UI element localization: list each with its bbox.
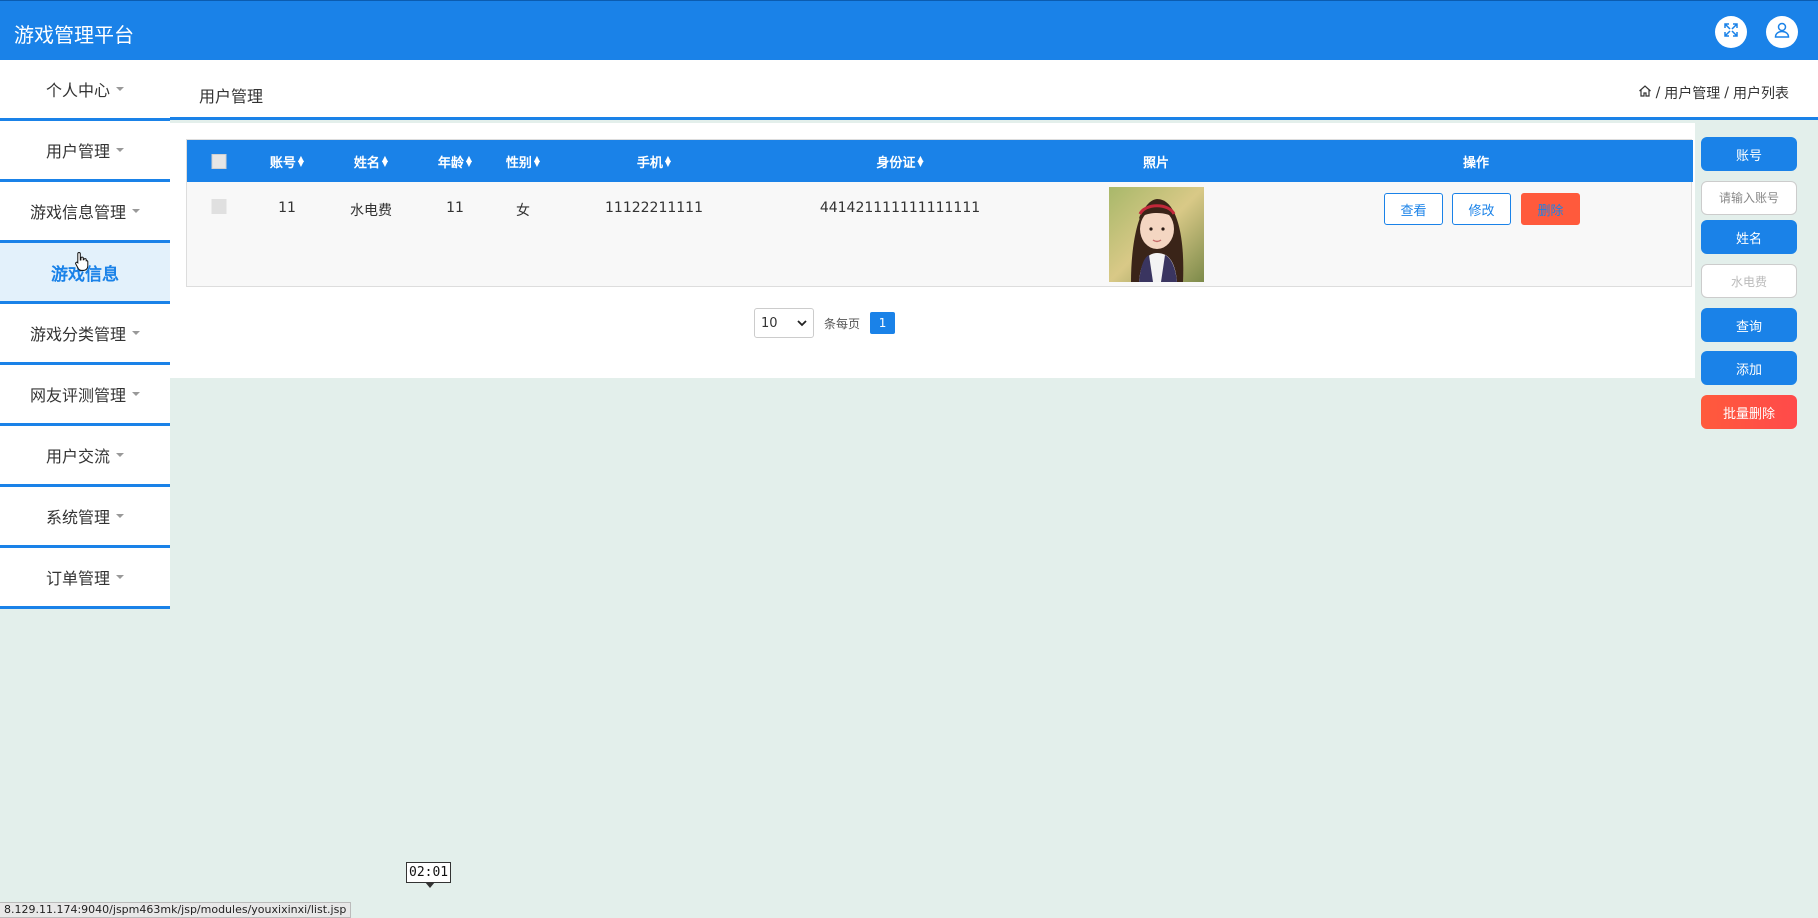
breadcrumb-separator: / <box>1655 85 1661 101</box>
sidebar-item-personal-center[interactable]: 个人中心 <box>0 60 170 121</box>
hand-cursor-icon <box>74 251 90 271</box>
breadcrumb: / 用户管理 / 用户列表 <box>1638 83 1789 103</box>
chevron-down-icon <box>116 148 124 152</box>
chevron-down-icon <box>116 453 124 457</box>
sidebar-item-user-exchange[interactable]: 用户交流 <box>0 426 170 487</box>
name-search-input[interactable] <box>1701 264 1797 298</box>
sidebar-item-label: 网友评测管理 <box>29 386 126 405</box>
cell-id-card: 441421111111111111 <box>819 200 981 216</box>
cell-age: 11 <box>446 200 464 216</box>
top-header: 游戏管理平台 <box>0 0 1818 60</box>
column-header-name[interactable]: 姓名 ▲ ▼ <box>354 140 388 182</box>
timer-tooltip: 02:01 <box>406 862 452 888</box>
column-header-phone[interactable]: 手机 ▲ ▼ <box>637 140 671 182</box>
chevron-down-icon <box>116 87 124 91</box>
sidebar-item-order-management[interactable]: 订单管理 <box>0 548 170 609</box>
cell-account: 11 <box>278 200 296 216</box>
column-header-id-card[interactable]: 身份证 ▲ ▼ <box>876 140 923 182</box>
select-all-checkbox[interactable] <box>211 140 227 182</box>
add-button[interactable]: 添加 <box>1701 351 1797 385</box>
table-header: 账号 ▲ ▼ 姓名 ▲ ▼ 年龄 ▲ ▼ 性别 ▲ ▼ 手机 ▲ ▼ 身份证 ▲ ▼ 照片 操作 <box>187 140 1693 182</box>
sort-icon: ▲ ▼ <box>917 154 924 168</box>
row-checkbox[interactable] <box>211 199 227 218</box>
name-label-button[interactable]: 姓名 <box>1701 220 1797 254</box>
chevron-down-icon <box>132 209 140 213</box>
sidebar-item-review-management[interactable]: 网友评测管理 <box>0 365 170 426</box>
breadcrumb-separator: / <box>1724 85 1729 101</box>
column-header-photo: 照片 <box>1142 155 1170 171</box>
data-table: 账号 ▲ ▼ 姓名 ▲ ▼ 年龄 ▲ ▼ 性别 ▲ ▼ 手机 ▲ ▼ 身份证 ▲ ▼ 照片 操作 11 … <box>186 139 1693 287</box>
chevron-down-icon <box>132 331 140 335</box>
user-avatar-button[interactable] <box>1766 16 1798 48</box>
batch-delete-button[interactable]: 批量删除 <box>1701 395 1797 429</box>
column-header-gender[interactable]: 性别 ▲ ▼ <box>506 140 540 182</box>
sidebar-item-label: 个人中心 <box>45 81 110 100</box>
chevron-down-icon <box>132 392 140 396</box>
cell-phone: 11122211111 <box>605 200 703 216</box>
query-button[interactable]: 查询 <box>1701 308 1797 342</box>
page-size-select[interactable]: 10 <box>754 308 814 338</box>
cell-gender: 女 <box>516 203 530 219</box>
sidebar-item-user-management[interactable]: 用户管理 <box>0 121 170 182</box>
user-icon <box>1773 21 1791 43</box>
page-title: 用户管理 <box>199 87 264 106</box>
cell-name: 水电费 <box>350 203 392 219</box>
sidebar-item-label: 游戏信息管理 <box>29 203 126 222</box>
user-photo <box>1109 187 1204 282</box>
table-row: 11 水电费 11 女 11122211111 4414211111111111… <box>187 182 1693 287</box>
chevron-down-icon <box>797 316 807 331</box>
column-header-account[interactable]: 账号 ▲ ▼ <box>270 140 304 182</box>
sidebar-item-system-management[interactable]: 系统管理 <box>0 487 170 548</box>
account-search-input[interactable] <box>1701 181 1797 215</box>
edit-button[interactable]: 修改 <box>1452 193 1511 225</box>
main-content: 账号 ▲ ▼ 姓名 ▲ ▼ 年龄 ▲ ▼ 性别 ▲ ▼ 手机 ▲ ▼ 身份证 ▲ ▼ 照片 操作 11 … <box>170 123 1695 378</box>
chevron-down-icon <box>116 514 124 518</box>
sidebar-item-label: 系统管理 <box>45 508 110 527</box>
breadcrumb-item-user-management[interactable]: 用户管理 <box>1664 83 1720 103</box>
sidebar-item-label: 用户交流 <box>45 447 110 466</box>
column-header-age[interactable]: 年龄 ▲ ▼ <box>438 140 472 182</box>
expand-icon <box>1722 21 1740 43</box>
sort-icon: ▲ ▼ <box>297 154 305 168</box>
breadcrumb-item-user-list: 用户列表 <box>1733 86 1789 102</box>
home-icon[interactable] <box>1638 84 1652 102</box>
chevron-down-icon <box>116 575 124 579</box>
app-title: 游戏管理平台 <box>14 23 134 47</box>
per-page-label: 条每页 <box>824 316 861 331</box>
sidebar-item-label: 用户管理 <box>45 142 110 161</box>
page-size-value: 10 <box>761 315 778 331</box>
sidebar-item-game-category-management[interactable]: 游戏分类管理 <box>0 304 170 365</box>
status-bar-url: 8.129.11.174:9040/jspm463mk/jsp/modules/… <box>0 902 352 918</box>
delete-button[interactable]: 删除 <box>1521 193 1580 225</box>
column-header-actions: 操作 <box>1462 155 1490 171</box>
sidebar-item-label: 游戏分类管理 <box>29 325 126 344</box>
sort-icon: ▲ ▼ <box>381 154 389 168</box>
sidebar: 个人中心 用户管理 游戏信息管理 游戏信息 游戏分类管理 网友评测管理 用户交流… <box>0 60 170 609</box>
sort-icon: ▲ ▼ <box>465 154 473 168</box>
sidebar-item-game-info-management[interactable]: 游戏信息管理 <box>0 182 170 243</box>
view-button[interactable]: 查看 <box>1384 193 1443 225</box>
sort-icon: ▲ ▼ <box>664 154 672 168</box>
pagination: 10 条每页 1 <box>754 308 896 338</box>
page-number-button[interactable]: 1 <box>870 312 896 334</box>
sort-icon: ▲ ▼ <box>533 154 541 168</box>
account-label-button[interactable]: 账号 <box>1701 137 1797 171</box>
sidebar-item-label: 订单管理 <box>45 569 110 588</box>
fullscreen-button[interactable] <box>1715 16 1747 48</box>
page-header: 用户管理 / 用户管理 / 用户列表 <box>170 60 1818 120</box>
